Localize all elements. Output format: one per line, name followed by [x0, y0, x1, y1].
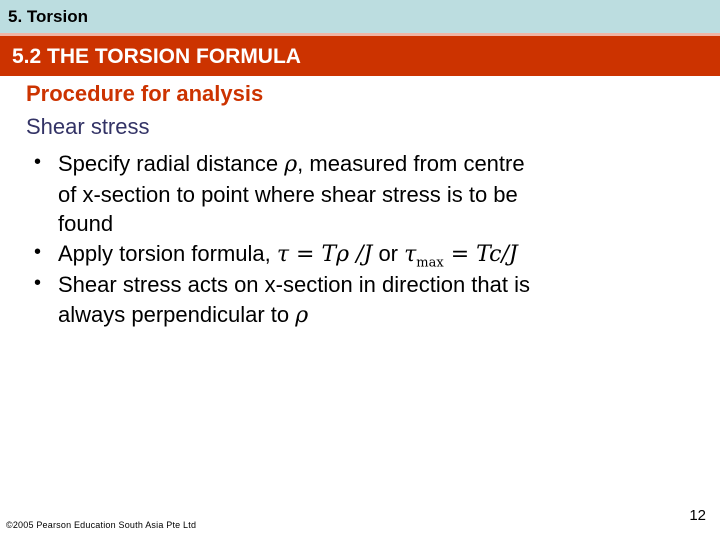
shear-stress-subheading: Shear stress: [26, 114, 150, 140]
bullet-text: , measured from centre: [297, 151, 525, 177]
polar-moment-term: /J: [501, 242, 518, 268]
bullet-item-specify-radial-distance: • Specify radial distance ρ, measured fr…: [26, 149, 698, 238]
bullet-text: Apply torsion formula,: [58, 241, 277, 267]
chapter-band: 5. Torsion: [0, 0, 720, 33]
bullet-list: • Specify radial distance ρ, measured fr…: [26, 149, 698, 330]
slide-body: Procedure for analysis Shear stress • Sp…: [26, 80, 698, 331]
bullet-dot-icon: •: [34, 151, 42, 174]
bullet-line: Specify radial distance ρ, measured from…: [58, 149, 698, 179]
bullet-line: found: [58, 209, 698, 238]
bullet-line: Shear stress acts on x-section in direct…: [58, 270, 698, 299]
equals-sign: =: [443, 242, 477, 268]
section-title: 5.2 THE TORSION FORMULA: [12, 44, 301, 68]
bullet-text: of x-section to point where shear stress…: [58, 181, 518, 207]
bullet-text: Specify radial distance: [58, 151, 285, 177]
section-band: 5.2 THE TORSION FORMULA: [0, 36, 720, 76]
bullet-dot-icon: •: [34, 241, 42, 264]
rho-symbol: ρ: [295, 302, 309, 328]
polar-moment-term: /J: [349, 242, 373, 268]
bullet-line: always perpendicular to ρ: [58, 300, 698, 330]
max-subscript: max: [416, 255, 444, 271]
equals-sign: =: [289, 242, 322, 268]
bullet-item-shear-stress-direction: • Shear stress acts on x-section in dire…: [26, 270, 698, 330]
bullet-text: always perpendicular to: [58, 301, 296, 327]
rho-symbol: ρ: [284, 152, 298, 178]
slide-header: 5. Torsion 5.2 THE TORSION FORMULA: [0, 0, 720, 76]
rho-symbol: ρ: [336, 242, 350, 268]
conjunction-or: or: [372, 241, 405, 267]
bullet-text: found: [58, 210, 114, 236]
procedure-heading: Procedure for analysis: [26, 81, 264, 106]
tau-symbol: τ: [276, 242, 290, 268]
bullet-text: Shear stress acts on x-section in direct…: [58, 272, 530, 298]
tau-symbol: τ: [404, 242, 417, 268]
copyright-notice: ©2005 Pearson Education South Asia Pte L…: [6, 520, 197, 530]
bullet-line: of x-section to point where shear stress…: [58, 180, 698, 209]
bullet-line-formula: Apply torsion formula, τ = Tρ /J or τmax…: [58, 239, 698, 269]
chapter-title: 5. Torsion: [8, 7, 88, 26]
bullet-dot-icon: •: [34, 272, 42, 295]
page-number: 12: [689, 507, 706, 524]
bullet-item-apply-torsion-formula: • Apply torsion formula, τ = Tρ /J or τm…: [26, 239, 698, 269]
slide-footer: ©2005 Pearson Education South Asia Pte L…: [6, 520, 714, 530]
torque-variable: T: [321, 242, 337, 268]
torque-radius-term: Tc: [476, 242, 502, 268]
